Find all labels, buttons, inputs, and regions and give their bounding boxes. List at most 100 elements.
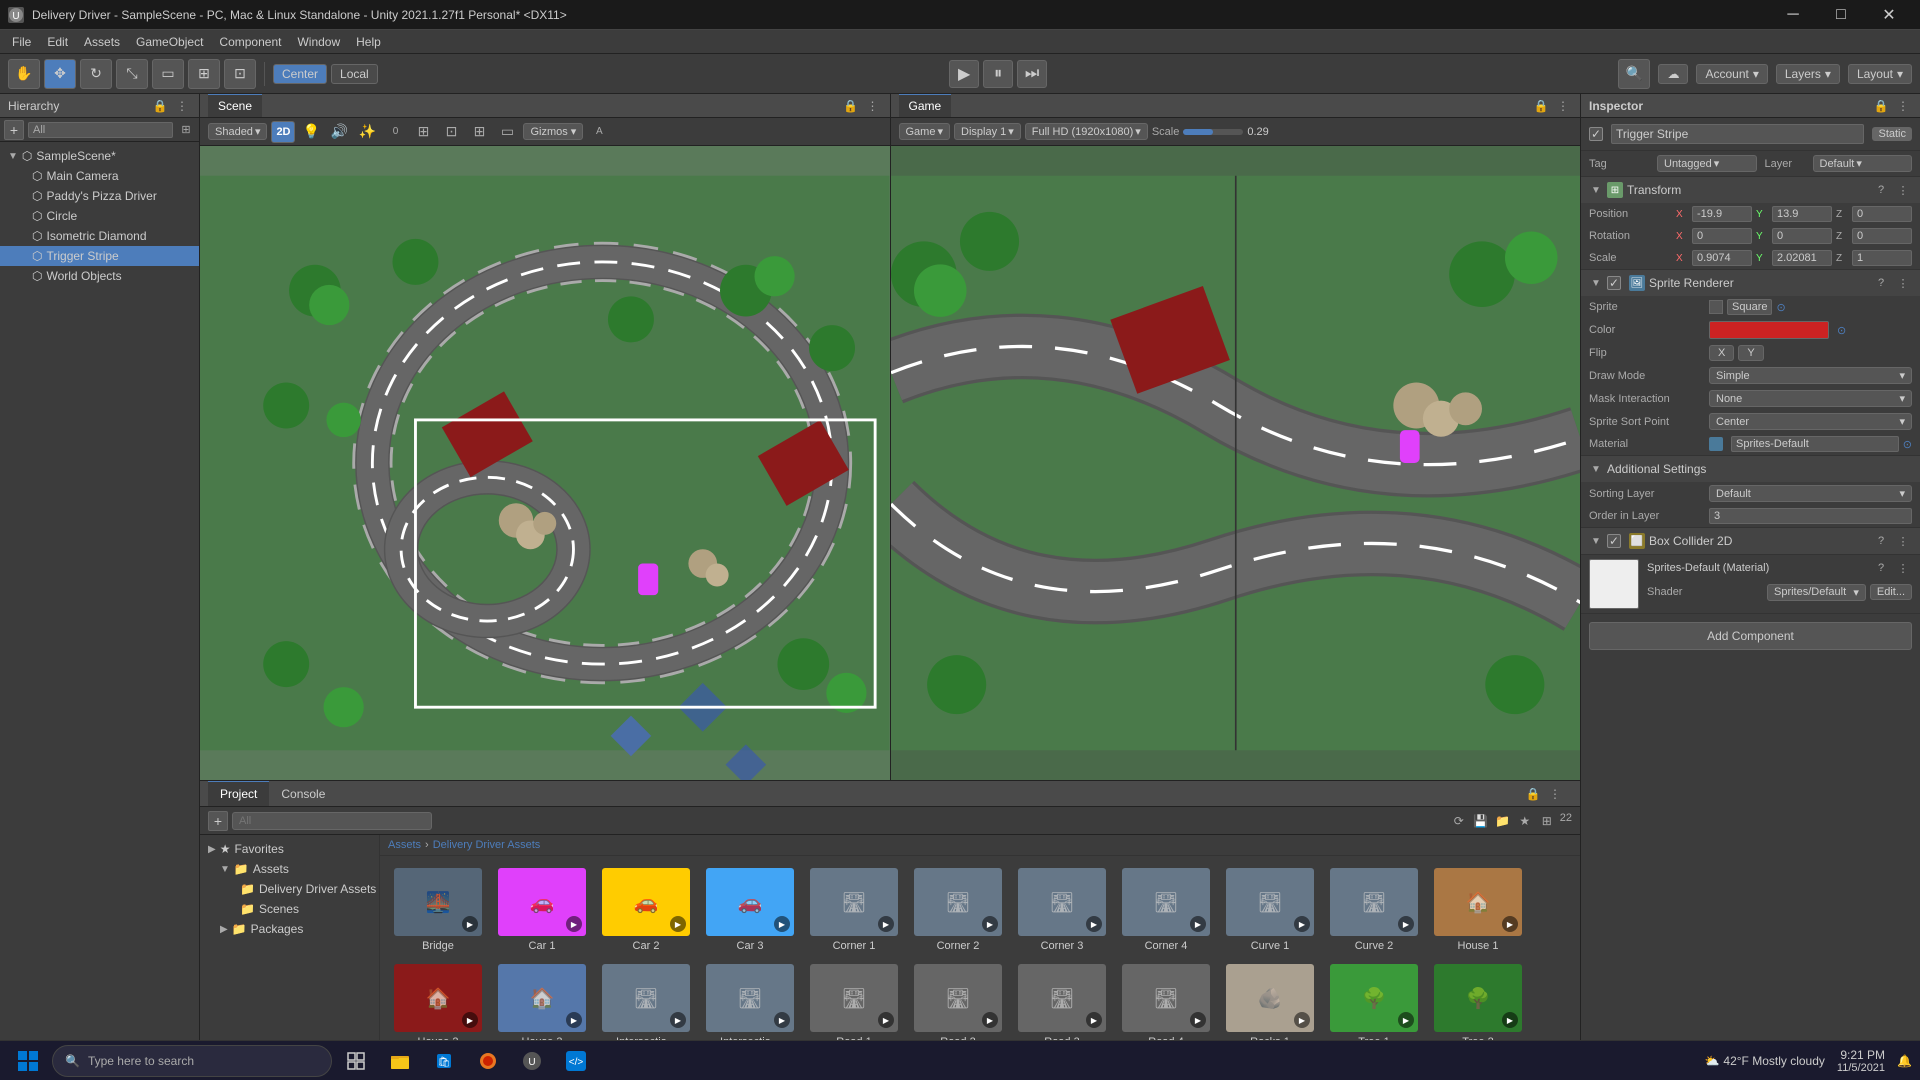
scene-more-icon[interactable]: ⋮ bbox=[864, 97, 882, 115]
hierarchy-lock-icon[interactable]: 🔒 bbox=[151, 97, 169, 115]
asset-play-button[interactable]: ▶ bbox=[1294, 1012, 1310, 1028]
asset-item-corner_3[interactable]: 🛣 ▶ Corner 3 bbox=[1012, 864, 1112, 956]
hierarchy-more-icon[interactable]: ⋮ bbox=[173, 97, 191, 115]
asset-play-button[interactable]: ▶ bbox=[1190, 1012, 1206, 1028]
browser-button[interactable] bbox=[468, 1041, 508, 1080]
transform-more-icon[interactable]: ⋮ bbox=[1894, 181, 1912, 199]
windows-start-button[interactable] bbox=[8, 1041, 48, 1080]
project-add-button[interactable]: + bbox=[208, 811, 228, 831]
asset-item-corner_2[interactable]: 🛣 ▶ Corner 2 bbox=[908, 864, 1008, 956]
sprite-link-icon[interactable]: ⊙ bbox=[1776, 301, 1785, 314]
console-tab[interactable]: Console bbox=[269, 781, 337, 806]
display-number-dropdown[interactable]: Display 1 ▾ bbox=[954, 123, 1021, 140]
material-more-icon[interactable]: ⋮ bbox=[1894, 559, 1912, 577]
asset-item-house_1[interactable]: 🏠 ▶ House 1 bbox=[1428, 864, 1528, 956]
menu-item-edit[interactable]: Edit bbox=[39, 30, 76, 53]
layer-dropdown[interactable]: Default ▾ bbox=[1813, 155, 1913, 172]
project-more-icon[interactable]: ⋮ bbox=[1546, 785, 1564, 803]
2d-toggle-button[interactable]: 2D bbox=[271, 121, 295, 143]
account-dropdown[interactable]: Account ▾ bbox=[1696, 64, 1767, 84]
scene-fx-icon[interactable]: ✨ bbox=[355, 121, 379, 143]
maximize-button[interactable]: □ bbox=[1818, 0, 1864, 30]
project-tab[interactable]: Project bbox=[208, 781, 269, 806]
game-more-icon[interactable]: ⋮ bbox=[1554, 97, 1572, 115]
hierarchy-add-button[interactable]: + bbox=[4, 120, 24, 140]
rect-tool-button[interactable]: ▭ bbox=[152, 59, 184, 89]
box-collider-header[interactable]: ▼ ✓ ⬜ Box Collider 2D ? ⋮ bbox=[1581, 528, 1920, 554]
center-pivot-button[interactable]: Center bbox=[273, 64, 327, 84]
box-collider-help-icon[interactable]: ? bbox=[1872, 532, 1890, 550]
scale-y-input[interactable] bbox=[1772, 250, 1832, 266]
transform-header[interactable]: ▼ ⊞ Transform ? ⋮ bbox=[1581, 177, 1920, 203]
asset-play-button[interactable]: ▶ bbox=[774, 916, 790, 932]
shader-dropdown[interactable]: Sprites/Default ▾ bbox=[1767, 584, 1866, 601]
scene-lock-icon[interactable]: 🔒 bbox=[842, 97, 860, 115]
asset-item-car_3[interactable]: 🚗 ▶ Car 3 bbox=[700, 864, 800, 956]
search-button[interactable]: 🔍 bbox=[1618, 59, 1650, 89]
asset-play-button[interactable]: ▶ bbox=[1502, 916, 1518, 932]
scale-x-input[interactable] bbox=[1692, 250, 1752, 266]
asset-play-button[interactable]: ▶ bbox=[1086, 916, 1102, 932]
hierarchy-item-world_objects[interactable]: ⬡World Objects bbox=[0, 266, 199, 286]
menu-item-help[interactable]: Help bbox=[348, 30, 389, 53]
asset-play-button[interactable]: ▶ bbox=[1398, 1012, 1414, 1028]
asset-play-button[interactable]: ▶ bbox=[1190, 916, 1206, 932]
delivery-driver-assets-item[interactable]: 📁 Delivery Driver Assets bbox=[200, 879, 379, 899]
custom-tool-button[interactable]: ⊡ bbox=[224, 59, 256, 89]
sprite-renderer-more-icon[interactable]: ⋮ bbox=[1894, 274, 1912, 292]
box-collider-active-checkbox[interactable]: ✓ bbox=[1607, 534, 1621, 548]
hierarchy-item-samplescene_[interactable]: ▼⬡SampleScene* bbox=[0, 146, 199, 166]
flip-x-button[interactable]: X bbox=[1709, 345, 1734, 361]
tag-dropdown[interactable]: Untagged ▾ bbox=[1657, 155, 1757, 172]
task-view-button[interactable] bbox=[336, 1041, 376, 1080]
asset-play-button[interactable]: ▶ bbox=[982, 916, 998, 932]
asset-item-bridge[interactable]: 🌉 ▶ Bridge bbox=[388, 864, 488, 956]
play-button[interactable]: ▶ bbox=[949, 60, 979, 88]
game-view[interactable] bbox=[891, 146, 1581, 780]
add-component-button[interactable]: Add Component bbox=[1589, 622, 1912, 650]
scenes-item[interactable]: 📁 Scenes bbox=[200, 899, 379, 919]
favorites-item[interactable]: ▶ ★ Favorites bbox=[200, 839, 379, 859]
sprite-renderer-help-icon[interactable]: ? bbox=[1872, 274, 1890, 292]
scene-snap-icon[interactable]: ⊡ bbox=[439, 121, 463, 143]
asset-item-road_4[interactable]: 🛣 ▶ Road 4 bbox=[1116, 960, 1216, 1045]
asset-item-intersectio___[interactable]: 🛣 ▶ Intersectio... bbox=[596, 960, 696, 1045]
resolution-dropdown[interactable]: Full HD (1920x1080) ▾ bbox=[1025, 123, 1148, 140]
project-star-icon[interactable]: ★ bbox=[1516, 812, 1534, 830]
scene-tab[interactable]: Scene bbox=[208, 94, 262, 117]
rotation-y-input[interactable] bbox=[1772, 228, 1832, 244]
asset-item-house_3[interactable]: 🏠 ▶ House 3 bbox=[492, 960, 592, 1045]
local-pivot-button[interactable]: Local bbox=[331, 64, 378, 84]
scene-move-icon[interactable]: ⊞ bbox=[467, 121, 491, 143]
asset-play-button[interactable]: ▶ bbox=[462, 1012, 478, 1028]
scale-slider[interactable] bbox=[1183, 129, 1243, 135]
packages-item[interactable]: ▶ 📁 Packages bbox=[200, 919, 379, 939]
hierarchy-item-main_camera[interactable]: ⬡Main Camera bbox=[0, 166, 199, 186]
scene-search-icon[interactable]: A bbox=[587, 121, 611, 143]
flip-y-button[interactable]: Y bbox=[1738, 345, 1763, 361]
game-tab[interactable]: Game bbox=[899, 94, 952, 117]
hierarchy-item-paddy_s_pizza_driver[interactable]: ⬡Paddy's Pizza Driver bbox=[0, 186, 199, 206]
asset-play-button[interactable]: ▶ bbox=[982, 1012, 998, 1028]
sprite-renderer-active-checkbox[interactable]: ✓ bbox=[1607, 276, 1621, 290]
asset-play-button[interactable]: ▶ bbox=[566, 916, 582, 932]
asset-item-curve_2[interactable]: 🛣 ▶ Curve 2 bbox=[1324, 864, 1424, 956]
minimize-button[interactable]: ─ bbox=[1770, 0, 1816, 30]
color-link-icon[interactable]: ⊙ bbox=[1837, 324, 1846, 337]
asset-item-car_2[interactable]: 🚗 ▶ Car 2 bbox=[596, 864, 696, 956]
layers-dropdown[interactable]: Layers ▾ bbox=[1776, 64, 1840, 84]
project-filter-icon[interactable]: ⊞ bbox=[1538, 812, 1556, 830]
position-x-input[interactable] bbox=[1692, 206, 1752, 222]
asset-item-corner_1[interactable]: 🛣 ▶ Corner 1 bbox=[804, 864, 904, 956]
rotate-tool-button[interactable]: ↻ bbox=[80, 59, 112, 89]
additional-settings-header[interactable]: ▼ Additional Settings bbox=[1581, 456, 1920, 482]
hierarchy-item-trigger_stripe[interactable]: ⬡Trigger Stripe bbox=[0, 246, 199, 266]
project-save-icon[interactable]: 💾 bbox=[1472, 812, 1490, 830]
close-button[interactable]: ✕ bbox=[1866, 0, 1912, 30]
color-swatch[interactable] bbox=[1709, 321, 1829, 339]
vscode-button[interactable]: </> bbox=[556, 1041, 596, 1080]
asset-item-intersectio___[interactable]: 🛣 ▶ Intersectio... bbox=[700, 960, 800, 1045]
menu-item-file[interactable]: File bbox=[4, 30, 39, 53]
asset-play-button[interactable]: ▶ bbox=[1086, 1012, 1102, 1028]
scene-light-icon[interactable]: 💡 bbox=[299, 121, 323, 143]
